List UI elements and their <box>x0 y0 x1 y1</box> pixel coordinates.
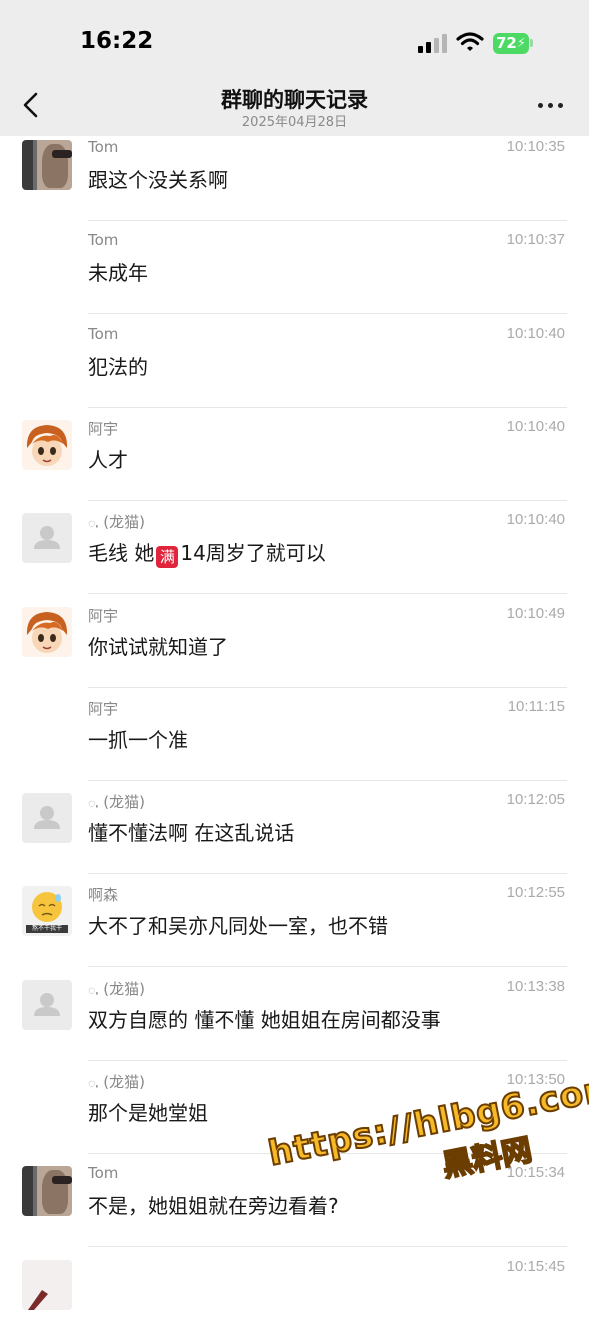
tom-avatar[interactable] <box>22 140 72 190</box>
sender-name: Tom <box>88 231 118 249</box>
message-text: 那个是她堂姐 <box>88 1101 208 1125</box>
sender-name: 阿宇 <box>88 698 118 719</box>
sender-name-text: (龙猫) <box>103 513 145 531</box>
message-item[interactable]: 10:15:45 <box>0 1248 589 1341</box>
sender-name-text: 啊森 <box>88 886 119 904</box>
wifi-icon <box>456 32 484 51</box>
partial-avatar[interactable] <box>22 1260 72 1310</box>
nav-header: 16:22 72 ⚡ 群聊的聊天记录 2025年04月28日 <box>0 0 589 136</box>
sender-name-text: 阿宇 <box>88 607 119 625</box>
sender-name-text: 阿宇 <box>88 420 119 438</box>
message-item[interactable]: Tom 10:10:40 犯法的 <box>0 315 589 408</box>
sender-name: 阿宇 <box>88 418 118 439</box>
message-text: 双方自愿的 懂不懂 她姐姐在房间都没事 <box>88 1008 441 1032</box>
man-emoji-badge: 满 <box>156 546 179 568</box>
message-text: 大不了和吴亦凡同处一室，也不错 <box>88 914 388 938</box>
sender-name-text: (龙猫) <box>103 1073 145 1091</box>
ayu-avatar[interactable] <box>22 607 72 657</box>
message-text: 毛线 她满 14周岁了就可以 <box>88 537 326 568</box>
charging-bolt-icon: ⚡ <box>516 36 526 51</box>
message-time: 10:15:45 <box>506 1258 565 1275</box>
message-time: 10:10:37 <box>506 231 565 248</box>
sender-name: Tom <box>88 325 118 343</box>
message-item[interactable]: 阿宇 10:11:15 一抓一个准 <box>0 688 589 781</box>
sender-name-text: 阿宇 <box>88 700 119 718</box>
message-item[interactable]: 阿宇 10:10:49 你试试就知道了 <box>0 595 589 688</box>
divider <box>88 313 567 314</box>
message-item[interactable]: 熬不干我干 啊森 10:12:55 大不了和吴亦凡同处一室，也不错 <box>0 874 589 967</box>
sender-name: Tom <box>88 1164 118 1182</box>
message-item[interactable]: Tom 10:10:37 未成年 <box>0 221 589 314</box>
message-text-pre: 毛线 她 <box>88 541 155 565</box>
sender-name: ꩻ (龙猫) <box>88 978 145 1000</box>
battery-level: 72 <box>496 34 517 52</box>
message-item[interactable]: Tom 10:10:35 跟这个没关系啊 <box>0 128 589 221</box>
message-time: 10:12:05 <box>506 791 565 808</box>
avatar-caption: 熬不干我干 <box>26 925 68 933</box>
cellular-signal-icon <box>418 33 448 53</box>
default-avatar[interactable] <box>22 513 72 563</box>
sender-name-text: Tom <box>88 231 119 249</box>
message-time: 10:11:15 <box>507 698 565 715</box>
sender-name-text: Tom <box>88 1164 119 1182</box>
sender-name: 阿宇 <box>88 605 118 626</box>
message-text: 犯法的 <box>88 355 148 379</box>
message-text: 未成年 <box>88 261 148 285</box>
message-time: 10:13:38 <box>506 978 565 995</box>
message-text: 一抓一个准 <box>88 728 188 752</box>
divider <box>88 966 567 967</box>
message-time: 10:10:40 <box>506 325 565 342</box>
snail-icon: ꩻ <box>88 983 99 997</box>
battery-icon: 72 ⚡ <box>493 33 529 54</box>
message-item[interactable]: ꩻ (龙猫) 10:13:38 双方自愿的 懂不懂 她姐姐在房间都没事 <box>0 968 589 1061</box>
ayu-avatar[interactable] <box>22 420 72 470</box>
message-time: 10:10:35 <box>506 138 565 155</box>
snail-icon: ꩻ <box>88 516 99 530</box>
sen-avatar[interactable]: 熬不干我干 <box>22 886 72 936</box>
message-text: 跟这个没关系啊 <box>88 168 228 192</box>
message-time: 10:10:40 <box>506 511 565 528</box>
message-time: 10:12:55 <box>506 884 565 901</box>
tom-avatar[interactable] <box>22 1166 72 1216</box>
default-avatar[interactable] <box>22 980 72 1030</box>
page-title: 群聊的聊天记录 <box>221 88 368 112</box>
sender-name: 啊森 <box>88 884 118 905</box>
message-text: 你试试就知道了 <box>88 635 228 659</box>
message-text: 懂不懂法啊 在这乱说话 <box>88 821 295 845</box>
more-options-button[interactable] <box>536 92 566 118</box>
default-avatar[interactable] <box>22 793 72 843</box>
sender-name-text: Tom <box>88 138 119 156</box>
message-text-post: 14周岁了就可以 <box>180 541 326 565</box>
message-time: 10:10:40 <box>506 418 565 435</box>
message-time: 10:10:49 <box>506 605 565 622</box>
battery-cap <box>530 39 533 47</box>
message-item[interactable]: ꩻ (龙猫) 10:12:05 懂不懂法啊 在这乱说话 <box>0 781 589 874</box>
status-time: 16:22 <box>80 28 154 54</box>
sender-name: ꩻ (龙猫) <box>88 1071 145 1093</box>
sender-name: ꩻ (龙猫) <box>88 791 145 813</box>
sender-name-text: Tom <box>88 325 119 343</box>
message-item[interactable]: 阿宇 10:10:40 人才 <box>0 408 589 501</box>
message-text: 人才 <box>88 448 128 472</box>
sender-name-text: (龙猫) <box>103 793 145 811</box>
divider <box>88 593 567 594</box>
sender-name: ꩻ (龙猫) <box>88 511 145 533</box>
snail-icon: ꩻ <box>88 796 99 810</box>
message-item[interactable]: ꩻ (龙猫) 10:10:40 毛线 她满 14周岁了就可以 <box>0 501 589 594</box>
snail-icon: ꩻ <box>88 1076 99 1090</box>
sender-name-text: (龙猫) <box>103 980 145 998</box>
divider <box>88 1246 567 1247</box>
sender-name: Tom <box>88 138 118 156</box>
